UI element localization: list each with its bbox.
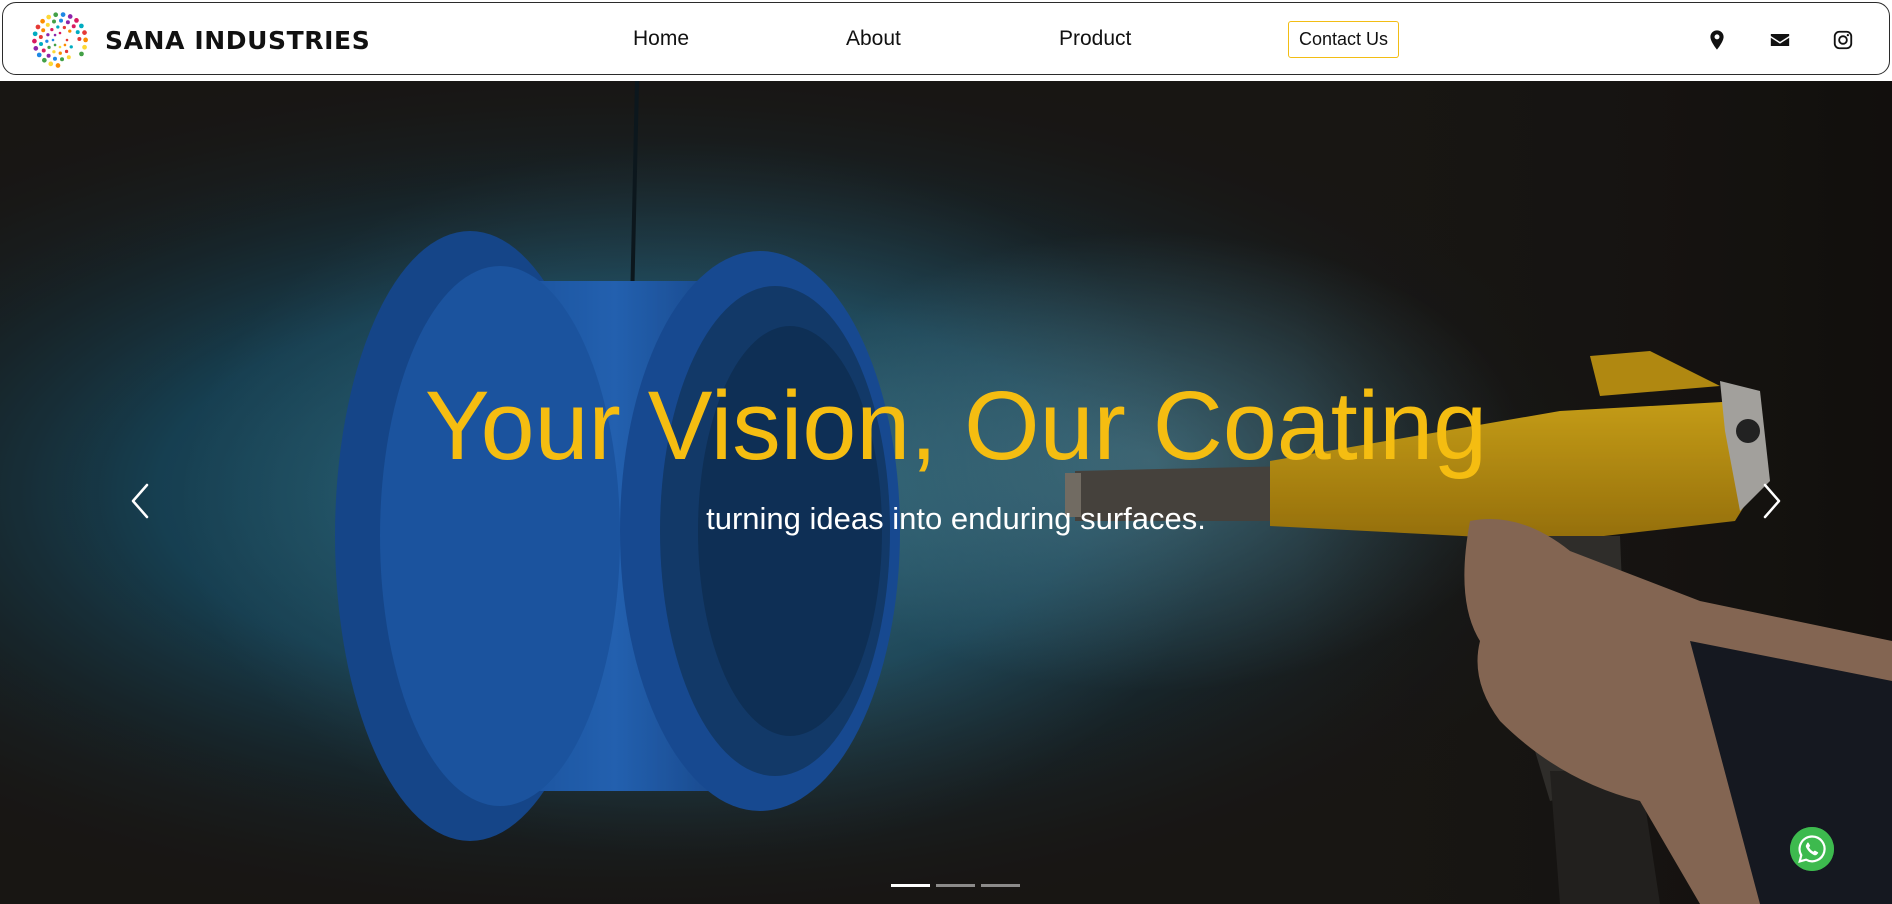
- nav-product-link[interactable]: Product: [1059, 27, 1131, 51]
- carousel-indicator-3[interactable]: [981, 884, 1020, 887]
- instagram-icon[interactable]: [1832, 29, 1854, 51]
- chevron-left-icon: [131, 483, 149, 519]
- carousel-indicator-2[interactable]: [936, 884, 975, 887]
- sana-logo-icon: [32, 12, 88, 68]
- hero-title: Your Vision, Our Coating: [424, 371, 1488, 480]
- nav-home-link[interactable]: Home: [633, 27, 689, 51]
- map-marker-icon[interactable]: [1706, 29, 1728, 51]
- hero-subtitle: turning ideas into enduring surfaces.: [706, 501, 1206, 536]
- hero-background-image: [0, 81, 1892, 904]
- carousel-indicators: [891, 884, 1020, 887]
- chevron-right-icon: [1763, 483, 1781, 519]
- carousel-indicator-1[interactable]: [891, 884, 930, 887]
- contact-us-button[interactable]: Contact Us: [1288, 21, 1400, 58]
- nav-about-link[interactable]: About: [846, 27, 901, 51]
- site-header: SANA INDUSTRIES Home About Product Conta…: [2, 2, 1890, 75]
- carousel-next-button[interactable]: [1757, 481, 1787, 521]
- carousel-prev-button[interactable]: [125, 481, 155, 521]
- whatsapp-icon[interactable]: [1790, 827, 1834, 871]
- hero-carousel: Your Vision, Our Coating turning ideas i…: [0, 81, 1892, 904]
- brand[interactable]: SANA INDUSTRIES: [31, 11, 370, 69]
- brand-name: SANA INDUSTRIES: [105, 25, 371, 55]
- envelope-icon[interactable]: [1769, 29, 1791, 51]
